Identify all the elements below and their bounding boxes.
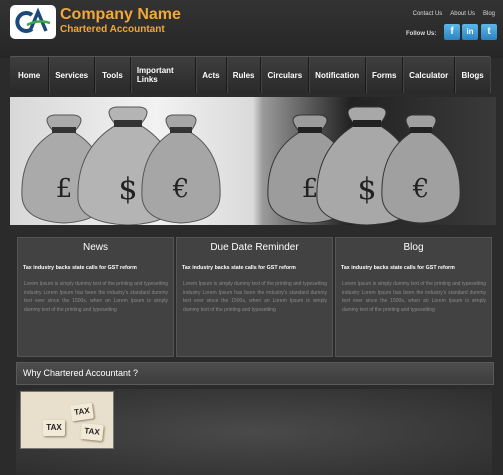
why-ca-header: Why Chartered Accountant ? <box>16 362 494 385</box>
nav-circulars[interactable]: Circulars <box>261 57 310 93</box>
contact-us-link[interactable]: Contact Us <box>413 11 443 17</box>
pound-symbol-dark: £ <box>302 174 319 204</box>
nav-blogs[interactable]: Blogs <box>455 57 490 93</box>
nav-calculator[interactable]: Calculator <box>403 57 456 93</box>
tax-tile: TAX <box>43 420 65 436</box>
due-date-title: Due Date Reminder <box>210 242 299 253</box>
blog-panel: Blog Tax industry backs state calls for … <box>335 237 492 357</box>
nav-services[interactable]: Services <box>49 57 96 93</box>
logo[interactable] <box>10 5 56 39</box>
about-us-link[interactable]: About Us <box>450 11 475 17</box>
company-name: Company Name <box>60 6 181 23</box>
news-headline[interactable]: Tax industry backs state calls for GST r… <box>23 265 173 271</box>
nav-rules[interactable]: Rules <box>227 57 262 93</box>
follow-us-label: Follow Us: <box>406 31 437 37</box>
hero-banner: £ $ € £ $ € <box>10 97 496 225</box>
facebook-icon[interactable]: f <box>444 24 460 40</box>
nav-forms[interactable]: Forms <box>366 57 404 93</box>
news-text: Lorem Ipsum is simply dummy text of the … <box>24 281 168 313</box>
nav-important-links[interactable]: Important Links <box>131 57 197 93</box>
blog-title: Blog <box>403 242 424 253</box>
due-date-headline[interactable]: Tax industry backs state calls for GST r… <box>182 265 332 271</box>
dollar-symbol: $ <box>118 172 137 207</box>
tax-tile: TAX <box>69 402 95 422</box>
why-ca-title: Why Chartered Accountant ? <box>23 368 139 378</box>
euro-symbol-dark: € <box>412 174 430 204</box>
blog-text: Lorem Ipsum is simply dummy text of the … <box>342 281 486 313</box>
money-bag-euro-dark <box>381 114 461 224</box>
dollar-symbol-dark: $ <box>357 172 376 207</box>
euro-symbol: € <box>172 174 190 204</box>
twitter-icon[interactable]: t <box>481 24 497 40</box>
tax-dice-image: TAX TAX TAX <box>20 391 114 449</box>
linkedin-icon[interactable]: in <box>462 24 478 40</box>
pound-symbol: £ <box>56 174 73 204</box>
nav-tools[interactable]: Tools <box>95 57 131 93</box>
nav-notification[interactable]: Notification <box>309 57 367 93</box>
tax-tile: TAX <box>80 422 104 442</box>
main-nav: Home Services Tools Important Links Acts… <box>10 56 490 93</box>
blog-headline[interactable]: Tax industry backs state calls for GST r… <box>341 265 491 271</box>
nav-home[interactable]: Home <box>10 57 50 93</box>
due-date-panel: Due Date Reminder Tax industry backs sta… <box>176 237 333 357</box>
blog-link[interactable]: Blog <box>483 11 495 17</box>
money-bag-euro <box>141 114 221 224</box>
news-title: News <box>82 242 108 253</box>
company-subtitle: Chartered Accountant <box>60 24 165 35</box>
news-panel: News Tax industry backs state calls for … <box>17 237 174 357</box>
nav-acts[interactable]: Acts <box>196 57 227 93</box>
top-links: Contact Us About Us Blog <box>413 11 495 17</box>
due-date-text: Lorem Ipsum is simply dummy text of the … <box>183 281 327 313</box>
